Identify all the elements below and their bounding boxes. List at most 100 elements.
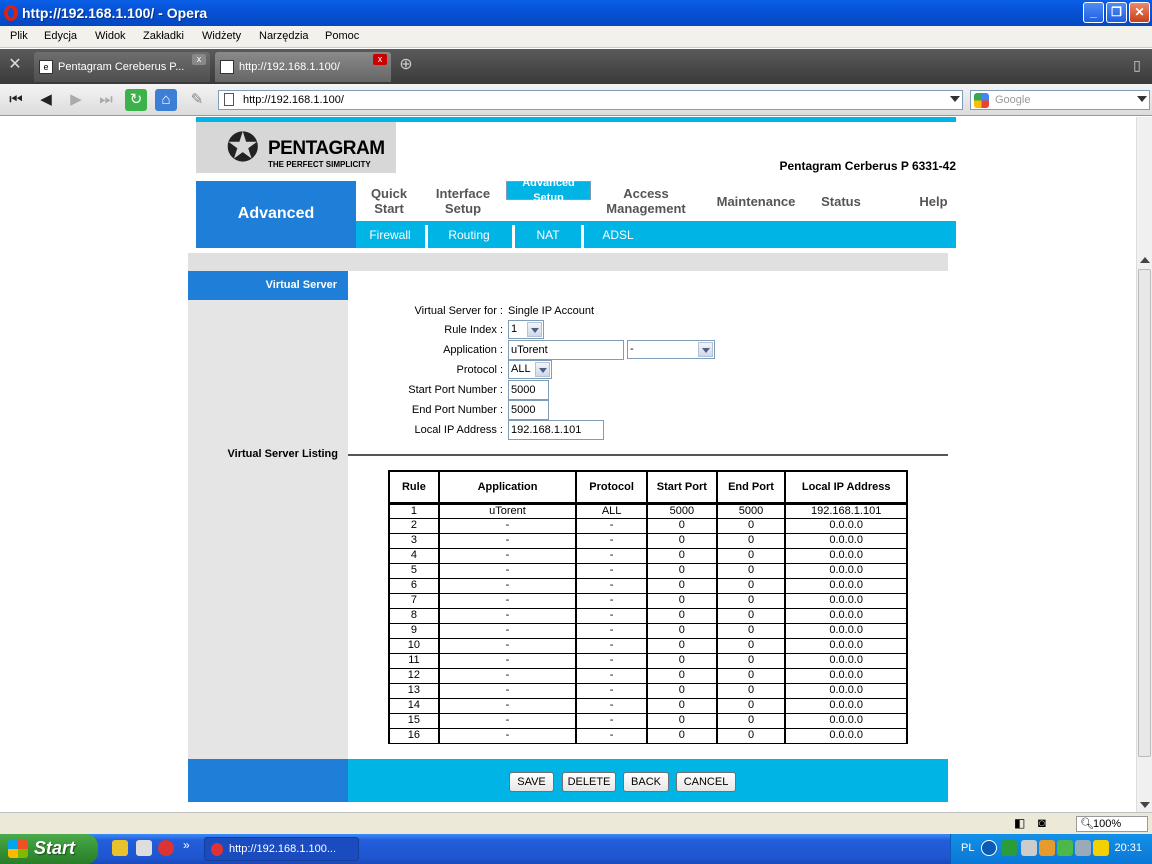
subnav-routing[interactable]: Routing	[432, 221, 506, 248]
language-indicator[interactable]: PL	[961, 842, 974, 854]
clock: 20:31	[1114, 842, 1142, 854]
panel-toggle-icon[interactable]: ◧	[1014, 816, 1025, 830]
minimize-button[interactable]: _	[1083, 2, 1104, 23]
cell-rule: 12	[388, 667, 440, 684]
menu-zakladki[interactable]: Zakładki	[143, 30, 184, 42]
search-field[interactable]: Google	[970, 90, 1150, 110]
nav-access-management[interactable]: Access Management	[596, 181, 696, 221]
application-preset-select[interactable]: -	[627, 340, 715, 359]
ie-page-icon: e	[39, 60, 53, 74]
nav-maintenance[interactable]: Maintenance	[706, 181, 806, 221]
nav-status[interactable]: Status	[811, 181, 871, 221]
subnav-adsl[interactable]: ADSL	[590, 221, 646, 248]
nav-interface-setup[interactable]: Interface Setup	[426, 181, 500, 221]
tray-app-icon[interactable]	[1075, 840, 1091, 856]
protocol-select[interactable]: ALL	[508, 360, 552, 379]
cell-end-port: 0	[715, 727, 787, 744]
tray-warning-icon[interactable]	[1093, 840, 1109, 856]
tab-pentagram[interactable]: e Pentagram Cereberus P... x	[34, 52, 210, 82]
sub-nav: Firewall Routing NAT ADSL	[356, 221, 956, 248]
edit-icon[interactable]: ✎	[186, 89, 208, 111]
address-field[interactable]: http://192.168.1.100/	[218, 90, 963, 110]
reload-icon[interactable]: ↻	[125, 89, 147, 111]
opera-icon	[4, 5, 18, 21]
camera-icon[interactable]: ◙	[1038, 815, 1046, 830]
forward-icon[interactable]: ▶	[65, 89, 87, 111]
maximize-button[interactable]: ❐	[1106, 2, 1127, 23]
home-icon[interactable]: ⌂	[155, 89, 177, 111]
panel-title: Virtual Server	[188, 271, 348, 300]
opera-icon	[211, 843, 223, 856]
cell-rule: 7	[388, 592, 440, 609]
cell-application: -	[437, 517, 578, 534]
cell-protocol: -	[575, 592, 649, 609]
delete-button[interactable]: DELETE	[562, 772, 616, 792]
cell-protocol: -	[575, 712, 649, 729]
content-top-bar	[188, 253, 948, 271]
chevron-down-icon[interactable]	[950, 96, 960, 102]
end-port-input[interactable]	[508, 400, 549, 420]
tab-close-icon[interactable]: x	[373, 54, 387, 65]
cell-local-ip: 0.0.0.0	[784, 667, 908, 684]
menu-widzety[interactable]: Widżety	[202, 30, 241, 42]
cell-protocol: -	[575, 652, 649, 669]
fast-forward-icon[interactable]: ⏭	[95, 89, 117, 111]
vertical-scrollbar[interactable]	[1136, 117, 1152, 812]
local-ip-input[interactable]	[508, 420, 604, 440]
cell-start-port: 0	[646, 532, 718, 549]
listing-title: Virtual Server Listing	[227, 448, 338, 460]
quicklaunch-opera-icon[interactable]	[158, 840, 174, 856]
cell-protocol: -	[575, 547, 649, 564]
listing-divider	[348, 454, 948, 456]
scroll-down-icon[interactable]	[1140, 802, 1150, 808]
back-icon[interactable]: ◀	[35, 89, 57, 111]
subnav-separator	[512, 225, 515, 248]
tray-app-icon[interactable]	[1001, 840, 1017, 856]
scroll-up-icon[interactable]	[1140, 257, 1150, 263]
menu-plik[interactable]: Plik	[10, 30, 28, 42]
table-row: 4- -0 0 0.0.0.0	[388, 547, 908, 564]
menu-narzedzia[interactable]: Narzędzia	[259, 30, 309, 42]
pentagram-logo: ✪ PENTAGRAM THE PERFECT SIMPLICITY	[196, 122, 396, 173]
cell-rule: 14	[388, 697, 440, 714]
new-tab-icon[interactable]: ⊕	[395, 54, 417, 76]
save-button[interactable]: SAVE	[509, 772, 554, 792]
cell-application: -	[437, 682, 578, 699]
tab-close-icon[interactable]: x	[192, 54, 206, 65]
cell-local-ip: 0.0.0.0	[784, 577, 908, 594]
close-button[interactable]: ✕	[1129, 2, 1150, 23]
quicklaunch-app-icon[interactable]	[112, 840, 128, 856]
nav-quick-start[interactable]: Quick Start	[356, 181, 422, 221]
application-input[interactable]	[508, 340, 624, 360]
taskbar-item-opera[interactable]: http://192.168.1.100...	[204, 837, 359, 861]
tray-arrow-icon[interactable]	[981, 840, 997, 856]
tab-router[interactable]: http://192.168.1.100/ x	[215, 52, 391, 82]
quicklaunch-app-icon[interactable]	[136, 840, 152, 856]
rewind-icon[interactable]: ⏮	[5, 89, 27, 111]
cell-local-ip: 0.0.0.0	[784, 712, 908, 729]
start-port-input[interactable]	[508, 380, 549, 400]
subnav-nat[interactable]: NAT	[520, 221, 576, 248]
subnav-firewall[interactable]: Firewall	[358, 221, 422, 248]
trash-icon[interactable]: ▯	[1126, 54, 1148, 76]
start-button[interactable]: Start	[0, 834, 98, 864]
cell-end-port: 0	[715, 577, 787, 594]
scroll-thumb[interactable]	[1138, 269, 1151, 757]
menu-edycja[interactable]: Edycja	[44, 30, 77, 42]
quicklaunch-chevron-icon[interactable]: »	[183, 838, 190, 852]
tray-app-icon[interactable]	[1039, 840, 1055, 856]
nav-help[interactable]: Help	[911, 181, 956, 221]
cell-local-ip: 0.0.0.0	[784, 697, 908, 714]
cancel-button[interactable]: CANCEL	[676, 772, 736, 792]
back-button[interactable]: BACK	[623, 772, 669, 792]
tray-network-icon[interactable]	[1057, 840, 1073, 856]
application-preset-value: -	[630, 343, 634, 355]
tools-icon[interactable]: ✕	[4, 54, 26, 76]
rule-index-select[interactable]: 1	[508, 320, 544, 339]
nav-advanced-setup[interactable]: Advanced Setup	[506, 177, 591, 204]
chevron-down-icon[interactable]	[1137, 96, 1147, 102]
zoom-control[interactable]: 🔍︎ 100%	[1076, 816, 1148, 832]
menu-pomoc[interactable]: Pomoc	[325, 30, 359, 42]
menu-widok[interactable]: Widok	[95, 30, 126, 42]
tray-printer-icon[interactable]	[1021, 840, 1037, 856]
